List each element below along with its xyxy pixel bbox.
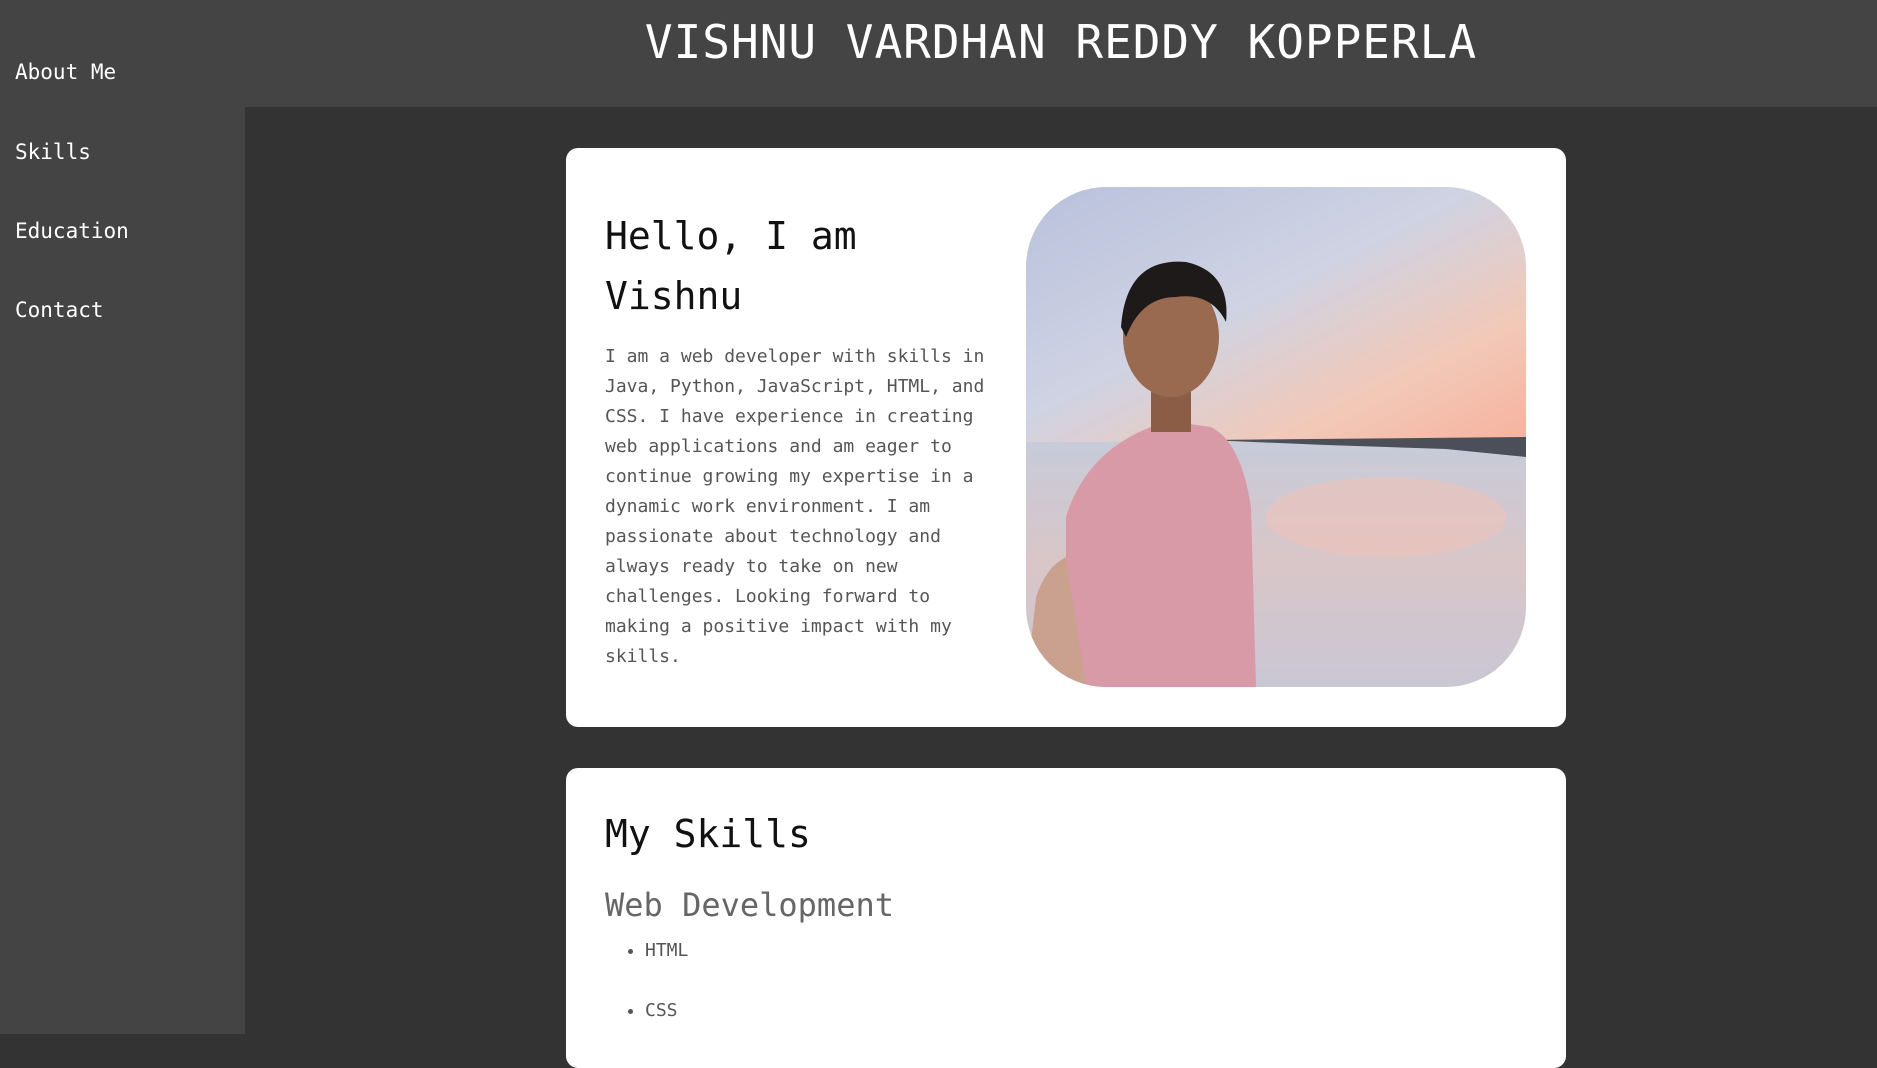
nav-link-about-me[interactable]: About Me bbox=[15, 60, 116, 84]
nav-link-skills[interactable]: Skills bbox=[15, 140, 91, 164]
about-heading: Hello, I am Vishnu bbox=[605, 214, 857, 318]
about-description: I am a web developer with skills in Java… bbox=[605, 346, 985, 667]
sidebar-nav: About Me Skills Education Contact bbox=[0, 0, 245, 1034]
about-section: Hello, I am Vishnu I am a web developer … bbox=[566, 148, 1566, 727]
skill-item: CSS bbox=[645, 1000, 688, 1060]
nav-link-education[interactable]: Education bbox=[15, 219, 129, 243]
nav-link-contact[interactable]: Contact bbox=[15, 298, 104, 322]
skills-category-heading: Web Development bbox=[605, 886, 894, 924]
site-title: VISHNU VARDHAN REDDY KOPPERLA bbox=[644, 15, 1478, 69]
skills-heading: My Skills bbox=[605, 812, 811, 856]
skill-item: HTML bbox=[645, 940, 688, 1000]
profile-photo bbox=[1026, 187, 1526, 687]
skills-section: My Skills Web Development HTML CSS bbox=[566, 768, 1566, 1068]
skills-list: HTML CSS bbox=[605, 940, 688, 1060]
page-header: VISHNU VARDHAN REDDY KOPPERLA bbox=[245, 0, 1877, 107]
